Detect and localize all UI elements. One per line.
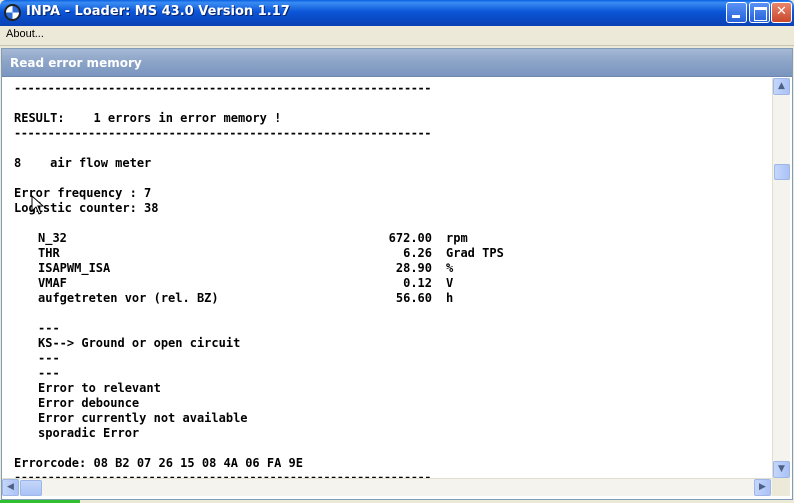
measurement-name: N_32 [38, 231, 67, 245]
separator-line: ----------------------------------------… [14, 470, 431, 478]
close-button[interactable]: ✕ [771, 2, 792, 23]
separator-line: ----------------------------------------… [14, 81, 431, 95]
vertical-scrollbar[interactable]: ▲ ▼ [772, 78, 790, 478]
title-bar[interactable]: INPA - Loader: MS 43.0 Version 1.17 ✕ [0, 0, 794, 26]
measurement-name: THR [38, 246, 60, 260]
result-line: RESULT: 1 errors in error memory ! [14, 111, 282, 125]
measurement-unit: Grad TPS [446, 246, 504, 260]
measurement-name: ISAPWM_ISA [38, 261, 111, 275]
menu-about[interactable]: About... [6, 28, 44, 40]
scroll-up-button[interactable]: ▲ [773, 78, 790, 95]
measurement-name: VMAF [38, 276, 67, 290]
scroll-right-button[interactable]: ▶ [754, 479, 771, 496]
measurement-unit: rpm [446, 231, 468, 245]
error-name-line: 8 air flow meter [14, 156, 152, 170]
measurement-value: 56.60 [395, 291, 432, 305]
maximize-button[interactable] [749, 2, 770, 23]
scroll-corner [772, 478, 790, 496]
report-text-area: ----------------------------------------… [2, 78, 772, 478]
measurement-name: aufgetreten vor (rel. BZ) [38, 291, 219, 305]
ks-line: KS--> Ground or open circuit [38, 336, 241, 350]
menu-bar: About... [0, 26, 794, 46]
child-title-bar: Read error memory [2, 49, 792, 77]
scroll-down-button[interactable]: ▼ [773, 461, 790, 478]
horizontal-scroll-thumb[interactable] [20, 480, 42, 496]
block-separator: --- [38, 321, 60, 335]
measurement-unit: V [446, 276, 454, 290]
status-line: Error debounce [38, 396, 140, 410]
errorcode-line: Errorcode: 08 B2 07 26 15 08 4A 06 FA 9E [14, 456, 303, 470]
measurement-unit: % [446, 261, 454, 275]
horizontal-scrollbar[interactable]: ◀ ▶ [2, 478, 772, 496]
mouse-cursor-icon [31, 195, 45, 215]
separator-line: ----------------------------------------… [14, 126, 431, 140]
block-separator: --- [38, 351, 60, 365]
minimize-button[interactable] [726, 2, 747, 23]
vertical-scroll-thumb[interactable] [774, 164, 790, 180]
measurement-value: 0.12 [403, 276, 432, 290]
bmw-logo-icon [4, 4, 21, 21]
status-line: Error to relevant [38, 381, 161, 395]
read-error-memory-window: Read error memory ----------------------… [1, 48, 793, 500]
block-separator: --- [38, 366, 60, 380]
scroll-left-button[interactable]: ◀ [2, 479, 19, 496]
measurement-unit: h [446, 291, 454, 305]
measurement-value: 672.00 [388, 231, 432, 245]
measurement-value: 6.26 [403, 246, 432, 260]
status-line: Error currently not available [38, 411, 248, 425]
measurement-value: 28.90 [395, 261, 432, 275]
child-title: Read error memory [10, 56, 142, 70]
window-title: INPA - Loader: MS 43.0 Version 1.17 [26, 4, 290, 19]
status-line: sporadic Error [38, 426, 140, 440]
